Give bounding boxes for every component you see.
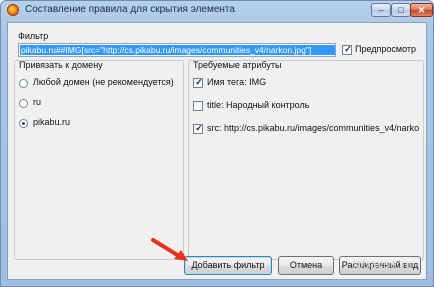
watermark: lzbavsa.ru bbox=[353, 257, 413, 271]
cancel-button[interactable]: Отмена bbox=[278, 256, 334, 275]
close-button[interactable]: ✕ bbox=[410, 3, 433, 17]
radio-button-selected[interactable] bbox=[19, 119, 28, 128]
domain-option-label: pikabu.ru bbox=[33, 117, 71, 127]
dialog-body: Фильтр pikabu.ru##IMG[src="http://cs.pik… bbox=[7, 22, 427, 280]
pointer-arrow-icon bbox=[151, 238, 188, 261]
attributes-group-title: Требуемые атрибуты bbox=[193, 60, 282, 70]
check-icon: ✓ bbox=[344, 44, 352, 54]
minimize-button[interactable]: – bbox=[371, 3, 391, 17]
domain-group: Привязать к домену Любой домен (не реком… bbox=[14, 60, 184, 260]
radio-button[interactable] bbox=[19, 79, 28, 88]
checkbox-box[interactable] bbox=[193, 101, 203, 111]
checkbox-box[interactable]: ✓ bbox=[342, 44, 352, 55]
filter-label: Фильтр bbox=[18, 31, 49, 41]
maximize-button[interactable]: □ bbox=[391, 3, 411, 17]
attribute-label: src: http://cs.pikabu.ru/images/communit… bbox=[207, 123, 420, 133]
attribute-label: title: Народный контроль bbox=[207, 100, 310, 110]
add-filter-button[interactable]: Добавить фильтр bbox=[184, 256, 272, 275]
attributes-group: Требуемые атрибуты ✓ Имя тега: IMG title… bbox=[188, 60, 424, 260]
radio-dot-icon bbox=[22, 122, 25, 125]
domain-group-title: Привязать к домену bbox=[19, 60, 103, 70]
checkbox-box[interactable]: ✓ bbox=[193, 77, 203, 88]
domain-option-label: Любой домен (не рекомендуется) bbox=[33, 77, 174, 87]
dialog-window: Составление правила для скрытия элемента… bbox=[0, 0, 434, 287]
check-icon: ✓ bbox=[195, 123, 203, 133]
check-icon: ✓ bbox=[195, 77, 203, 87]
firefox-icon bbox=[7, 4, 19, 16]
checkbox-box[interactable]: ✓ bbox=[193, 123, 203, 134]
window-title: Составление правила для скрытия элемента bbox=[25, 4, 235, 15]
attribute-label: Имя тега: IMG bbox=[207, 77, 267, 87]
title-bar[interactable]: Составление правила для скрытия элемента… bbox=[1, 1, 433, 21]
domain-option-label: ru bbox=[33, 97, 42, 107]
radio-button[interactable] bbox=[19, 99, 28, 108]
filter-input[interactable]: pikabu.ru##IMG[src="http://cs.pikabu.ru/… bbox=[18, 43, 336, 57]
filter-value[interactable]: pikabu.ru##IMG[src="http://cs.pikabu.ru/… bbox=[20, 45, 335, 55]
preview-label: Предпросмотр bbox=[355, 44, 417, 54]
